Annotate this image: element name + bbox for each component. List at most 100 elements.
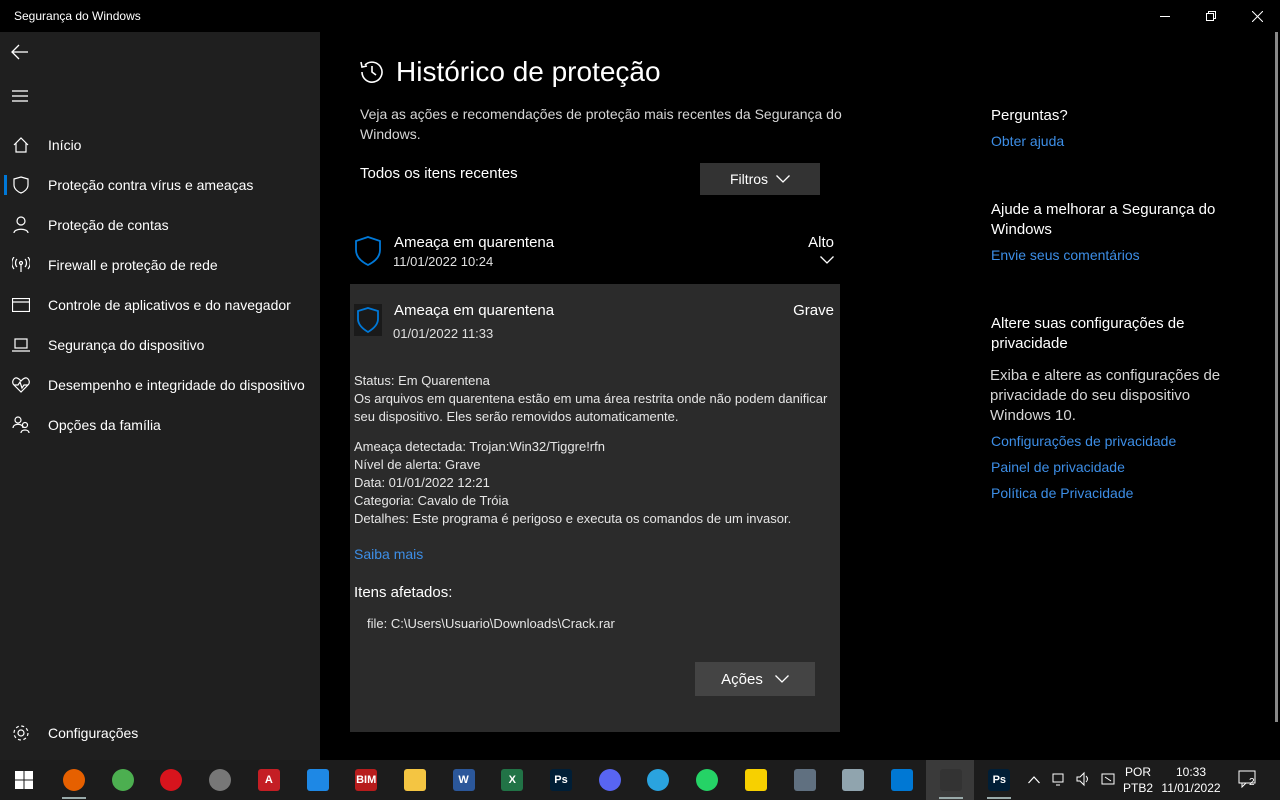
item-title: Ameaça em quarentena <box>394 302 555 319</box>
privacy-policy-link[interactable]: Política de Privacidade <box>991 485 1133 501</box>
app-gray-icon <box>793 769 816 791</box>
item-level: Alto <box>808 234 834 251</box>
volume-icon[interactable] <box>1076 771 1092 791</box>
privacy-header: privacidade <box>991 335 1068 352</box>
filters-label: Filtros <box>729 171 769 187</box>
taskbar-app-whatsapp[interactable] <box>691 764 723 796</box>
clock[interactable]: 10:33 11/01/2022 <box>1158 764 1224 796</box>
sidebar-item-settings[interactable]: Configurações <box>0 713 320 753</box>
sidebar-item-label: Segurança do dispositivo <box>48 337 205 353</box>
sticky-notes-icon <box>744 769 767 791</box>
settings-label: Configurações <box>48 725 139 741</box>
explorer-icon <box>403 769 426 791</box>
back-button[interactable] <box>8 40 32 64</box>
vscode-icon <box>890 769 913 791</box>
notification-count: 2 <box>1249 777 1255 788</box>
filters-button[interactable]: Filtros <box>700 163 820 195</box>
taskbar-app-photoshop-2[interactable]: Ps <box>983 764 1015 799</box>
taskbar-app-telegram[interactable] <box>642 764 674 796</box>
chevron-down-icon[interactable] <box>820 256 834 264</box>
taskbar-app-app-gray[interactable] <box>789 764 821 796</box>
taskbar-app-chrome[interactable] <box>107 764 139 796</box>
sidebar-item-home[interactable]: Início <box>0 125 320 165</box>
taskbar-app-sticky-notes[interactable] <box>740 764 772 796</box>
detection-date: Data: 01/01/2022 12:21 <box>354 475 490 490</box>
item-title: Ameaça em quarentena <box>394 234 555 251</box>
show-hidden-icons-button[interactable] <box>1028 772 1040 788</box>
taskbar-app-excel[interactable]: X <box>496 764 528 796</box>
close-button[interactable] <box>1234 0 1280 32</box>
affected-items-header: Itens afetados: <box>354 584 453 601</box>
shield-icon <box>354 304 382 336</box>
minimize-button[interactable] <box>1142 0 1188 32</box>
improve-header: Windows <box>991 221 1052 238</box>
sidebar: Início Proteção contra vírus e ameaças P… <box>0 32 320 760</box>
taskbar-app-explorer[interactable] <box>399 764 431 796</box>
privacy-dashboard-link[interactable]: Painel de privacidade <box>991 459 1125 475</box>
taskbar-app-app-blue[interactable] <box>302 764 334 796</box>
chevron-up-icon <box>1028 776 1040 784</box>
menu-button[interactable] <box>8 84 32 108</box>
history-item[interactable]: Ameaça em quarentena 11/01/2022 10:24 Al… <box>350 222 840 278</box>
taskbar-app-discord[interactable] <box>594 764 626 796</box>
learn-more-link[interactable]: Saiba mais <box>354 546 423 562</box>
taskbar-app-photoshop[interactable]: Ps <box>545 764 577 796</box>
chevron-down-icon <box>774 675 789 683</box>
sidebar-item-device-performance[interactable]: Desempenho e integridade do dispositivo <box>0 365 320 405</box>
whatsapp-icon <box>696 769 719 791</box>
taskbar-app-windows-security[interactable] <box>935 764 967 799</box>
taskbar-app-autocad[interactable]: A <box>253 764 285 796</box>
word-icon: W <box>452 769 475 791</box>
sidebar-item-accounts[interactable]: Proteção de contas <box>0 205 320 245</box>
taskbar-app-aperture[interactable] <box>204 764 236 796</box>
history-item-expanded: Ameaça em quarentena 01/01/2022 11:33 Gr… <box>350 284 840 732</box>
minimize-icon <box>1160 16 1170 17</box>
sidebar-item-app-control[interactable]: Controle de aplicativos e do navegador <box>0 285 320 325</box>
privacy-description: privacidade do seu dispositivo <box>990 387 1191 404</box>
taskbar-app-vscode[interactable] <box>886 764 918 796</box>
window-title: Segurança do Windows <box>14 9 141 23</box>
alert-level: Nível de alerta: Grave <box>354 457 481 472</box>
taskbar-app-bim-sight[interactable]: BIM <box>350 764 382 796</box>
family-icon <box>12 416 30 434</box>
telegram-icon <box>647 769 670 791</box>
back-arrow-icon <box>11 44 28 60</box>
actions-button[interactable]: Ações <box>695 662 815 696</box>
action-center-button[interactable]: 2 <box>1238 770 1258 792</box>
sidebar-item-family[interactable]: Opções da família <box>0 405 320 445</box>
recent-items-label: Todos os itens recentes <box>360 165 518 182</box>
notification-icon <box>1238 770 1256 789</box>
status-description: Os arquivos em quarentena estão em uma á… <box>354 391 828 406</box>
taskbar-app-firefox[interactable] <box>58 764 90 799</box>
scrollbar[interactable] <box>1275 32 1278 722</box>
excel-icon: X <box>501 769 524 791</box>
taskbar-app-opera[interactable] <box>155 764 187 796</box>
get-help-link[interactable]: Obter ajuda <box>991 133 1064 149</box>
taskbar-app-word[interactable]: W <box>448 764 480 796</box>
feedback-link[interactable]: Envie seus comentários <box>991 247 1140 263</box>
restore-button[interactable] <box>1188 0 1234 32</box>
start-button[interactable] <box>8 764 40 796</box>
network-icon[interactable] <box>1052 771 1068 791</box>
sidebar-item-label: Proteção contra vírus e ameaças <box>48 177 254 193</box>
heart-icon <box>12 376 30 394</box>
taskbar-app-app-light[interactable] <box>837 764 869 796</box>
sidebar-item-firewall[interactable]: Firewall e proteção de rede <box>0 245 320 285</box>
shield-icon <box>12 176 30 194</box>
input-method-icon[interactable] <box>1100 771 1116 791</box>
sidebar-item-label: Controle de aplicativos e do navegador <box>48 297 291 313</box>
windows-logo-icon <box>15 771 33 789</box>
shield-icon <box>354 236 382 267</box>
privacy-settings-link[interactable]: Configurações de privacidade <box>991 433 1176 449</box>
sidebar-item-device-security[interactable]: Segurança do dispositivo <box>0 325 320 365</box>
sidebar-item-label: Desempenho e integridade do dispositivo <box>48 377 305 393</box>
title-bar: Segurança do Windows <box>0 0 1280 32</box>
questions-header: Perguntas? <box>991 107 1068 124</box>
sidebar-item-virus-protection[interactable]: Proteção contra vírus e ameaças <box>0 165 320 205</box>
language-indicator[interactable]: POR PTB2 <box>1122 764 1154 796</box>
firefox-icon <box>63 769 85 791</box>
sidebar-item-label: Início <box>48 137 82 153</box>
clock-date: 11/01/2022 <box>1161 781 1221 795</box>
bim-sight-icon: BIM <box>355 769 378 791</box>
photoshop-2-icon: Ps <box>988 769 1011 791</box>
